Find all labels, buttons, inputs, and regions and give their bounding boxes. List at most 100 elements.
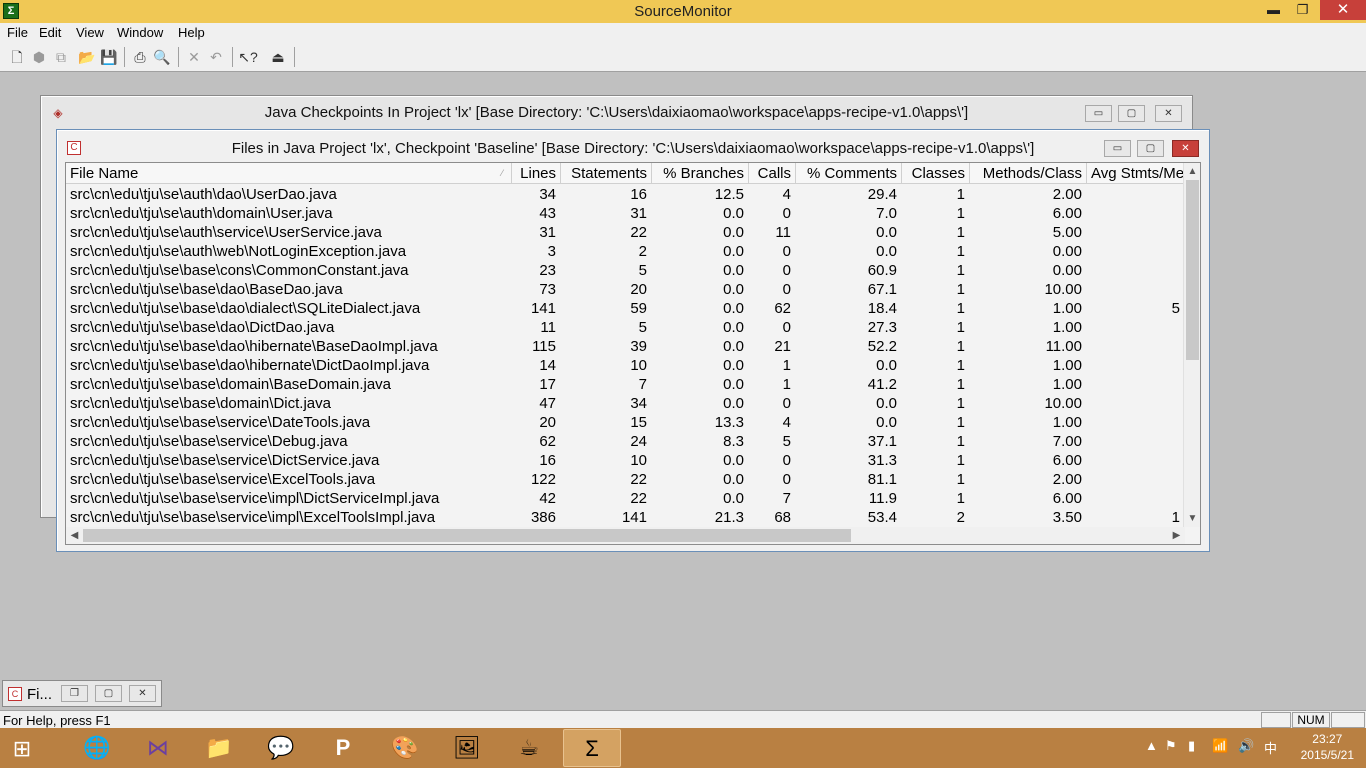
java-ee-ide-taskbar-icon[interactable]: ☕: [500, 729, 558, 767]
table-row[interactable]: src\cn\edu\tju\se\base\dao\BaseDao.java 7…: [66, 280, 1185, 299]
horizontal-scrollbar[interactable]: ◀ ▶: [66, 527, 1185, 544]
table-row[interactable]: src\cn\edu\tju\se\auth\dao\UserDao.java 3…: [66, 185, 1185, 204]
context-help-icon[interactable]: ↖?: [238, 47, 258, 67]
table-row[interactable]: src\cn\edu\tju\se\base\service\impl\Exce…: [66, 508, 1185, 525]
checkpoints-maximize-button[interactable]: ▢: [1118, 105, 1145, 122]
column-header-file-name[interactable]: File Name ⁄: [66, 163, 512, 184]
powerpoint-taskbar-icon[interactable]: P: [314, 729, 372, 767]
table-row[interactable]: src\cn\edu\tju\se\auth\service\UserServi…: [66, 223, 1185, 242]
new-checkpoint-icon[interactable]: ⬢: [29, 47, 49, 67]
table-row[interactable]: src\cn\edu\tju\se\base\service\Debug.jav…: [66, 432, 1185, 451]
app-titlebar[interactable]: Σ SourceMonitor ▬ ❐ ✕: [0, 0, 1366, 23]
visual-studio-taskbar-icon[interactable]: ⋈: [129, 729, 187, 767]
scroll-left-icon[interactable]: ◀: [66, 527, 83, 544]
minimized-close-button[interactable]: ✕: [129, 685, 156, 702]
table-row[interactable]: src\cn\edu\tju\se\base\service\DateTools…: [66, 413, 1185, 432]
print-icon[interactable]: ⎙: [130, 47, 150, 67]
table-row[interactable]: src\cn\edu\tju\se\base\service\DictServi…: [66, 451, 1185, 470]
vertical-scrollbar[interactable]: ▲ ▼: [1183, 163, 1200, 527]
tray-expand-icon[interactable]: ▲: [1145, 738, 1158, 753]
start-windows-icon[interactable]: ⊞: [8, 736, 36, 762]
volume-icon[interactable]: 🔊: [1238, 738, 1254, 754]
save-icon[interactable]: 💾: [99, 47, 119, 67]
checkpoints-minimize-button[interactable]: ▭: [1085, 105, 1112, 122]
minimized-restore-button[interactable]: ❐: [61, 685, 88, 702]
network-icon[interactable]: 📶: [1212, 738, 1228, 754]
menu-window[interactable]: Window: [117, 25, 163, 40]
open-folder-icon[interactable]: 📂: [77, 47, 97, 67]
cell-methods-per-class: 6.00: [1052, 452, 1082, 469]
photo-viewer-taskbar-icon[interactable]: 🖼: [438, 729, 496, 767]
column-header-calls[interactable]: Calls: [749, 163, 796, 184]
close-button[interactable]: ✕: [1320, 0, 1366, 20]
undo-icon[interactable]: ↶: [206, 47, 226, 67]
menu-file[interactable]: File: [7, 25, 28, 40]
cell-avg-stmts: [1087, 337, 1180, 356]
print-preview-icon[interactable]: 🔍: [152, 47, 172, 67]
vertical-scroll-thumb[interactable]: [1186, 180, 1199, 360]
cell-avg-stmts: [1087, 356, 1180, 375]
table-row[interactable]: src\cn\edu\tju\se\base\domain\Dict.java 4…: [66, 394, 1185, 413]
cell-avg-stmts: [1087, 185, 1180, 204]
table-row[interactable]: src\cn\edu\tju\se\auth\web\NotLoginExcep…: [66, 242, 1185, 261]
chrome-taskbar-icon[interactable]: 🌐: [68, 729, 126, 767]
files-close-button[interactable]: ✕: [1172, 140, 1199, 157]
messaging-taskbar-icon[interactable]: 💬: [252, 729, 310, 767]
battery-icon[interactable]: ▮: [1188, 738, 1195, 754]
cell-comments: 11.9: [868, 490, 897, 507]
system-clock[interactable]: 23:27 2015/5/21: [1301, 731, 1354, 763]
minimize-button[interactable]: ▬: [1260, 0, 1287, 20]
column-header-lines[interactable]: Lines: [512, 163, 561, 184]
cell-comments: 27.3: [867, 319, 897, 336]
menu-help[interactable]: Help: [178, 25, 205, 40]
column-header-methods-per-class[interactable]: Methods/Class: [970, 163, 1087, 184]
cell-file-name: src\cn\edu\tju\se\base\cons\CommonConsta…: [70, 262, 409, 279]
cell-comments: 60.9: [867, 262, 897, 279]
horizontal-scroll-thumb[interactable]: [83, 529, 851, 542]
files-minimize-button[interactable]: ▭: [1104, 140, 1131, 157]
column-header-avg-stmts[interactable]: Avg Stmts/Me: [1087, 163, 1185, 184]
restore-button[interactable]: ❐: [1289, 0, 1316, 20]
table-row[interactable]: src\cn\edu\tju\se\base\dao\hibernate\Bas…: [66, 337, 1185, 356]
minimized-files-window[interactable]: C Fi... ❐ ▢ ✕: [2, 680, 162, 707]
menu-edit[interactable]: Edit: [39, 25, 61, 40]
table-row[interactable]: src\cn\edu\tju\se\auth\domain\User.java 4…: [66, 204, 1185, 223]
paint-taskbar-icon[interactable]: 🎨: [376, 729, 434, 767]
new-project-icon[interactable]: 🗋: [7, 47, 27, 67]
table-row[interactable]: src\cn\edu\tju\se\base\dao\hibernate\Dic…: [66, 356, 1185, 375]
cell-lines: 141: [530, 300, 556, 317]
cell-branches: 0.0: [723, 319, 744, 336]
column-header-statements[interactable]: Statements: [561, 163, 652, 184]
scroll-right-icon[interactable]: ▶: [1168, 527, 1185, 544]
column-header-comments[interactable]: % Comments: [796, 163, 902, 184]
table-row[interactable]: src\cn\edu\tju\se\base\cons\CommonConsta…: [66, 261, 1185, 280]
cell-statements: 20: [630, 281, 647, 298]
table-row[interactable]: src\cn\edu\tju\se\base\dao\dialect\SQLit…: [66, 299, 1185, 318]
cell-classes: 1: [956, 433, 965, 450]
sourcemonitor-taskbar-icon[interactable]: Σ: [563, 729, 621, 767]
cell-branches: 0.0: [723, 205, 744, 222]
copy-checkpoint-icon[interactable]: ⧉: [51, 47, 71, 67]
cell-avg-stmts: [1087, 261, 1180, 280]
checkpoints-close-button[interactable]: ✕: [1155, 105, 1182, 122]
column-header-branches[interactable]: % Branches: [652, 163, 749, 184]
file-explorer-taskbar-icon[interactable]: 📁: [190, 729, 248, 767]
table-row[interactable]: src\cn\edu\tju\se\base\dao\DictDao.java 1…: [66, 318, 1185, 337]
files-list-view[interactable]: File Name ⁄ Lines Statements % Branches …: [65, 162, 1201, 545]
delete-icon[interactable]: ✕: [184, 47, 204, 67]
files-maximize-button[interactable]: ▢: [1137, 140, 1164, 157]
action-center-icon[interactable]: ⚑: [1165, 738, 1177, 754]
ime-indicator[interactable]: 中: [1264, 738, 1277, 757]
scroll-down-icon[interactable]: ▼: [1184, 510, 1200, 527]
minimized-maximize-button[interactable]: ▢: [95, 685, 122, 702]
table-row[interactable]: src\cn\edu\tju\se\base\domain\BaseDomain…: [66, 375, 1185, 394]
column-header-classes[interactable]: Classes: [902, 163, 970, 184]
table-row[interactable]: src\cn\edu\tju\se\base\service\impl\Dict…: [66, 489, 1185, 508]
cell-statements: 59: [630, 300, 647, 317]
table-row[interactable]: src\cn\edu\tju\se\base\service\ExcelTool…: [66, 470, 1185, 489]
cell-file-name: src\cn\edu\tju\se\auth\dao\UserDao.java: [70, 186, 337, 203]
scroll-up-icon[interactable]: ▲: [1184, 163, 1200, 180]
menu-view[interactable]: View: [76, 25, 104, 40]
exit-icon[interactable]: ⏏: [268, 47, 288, 67]
cell-file-name: src\cn\edu\tju\se\base\service\Debug.jav…: [70, 433, 348, 450]
